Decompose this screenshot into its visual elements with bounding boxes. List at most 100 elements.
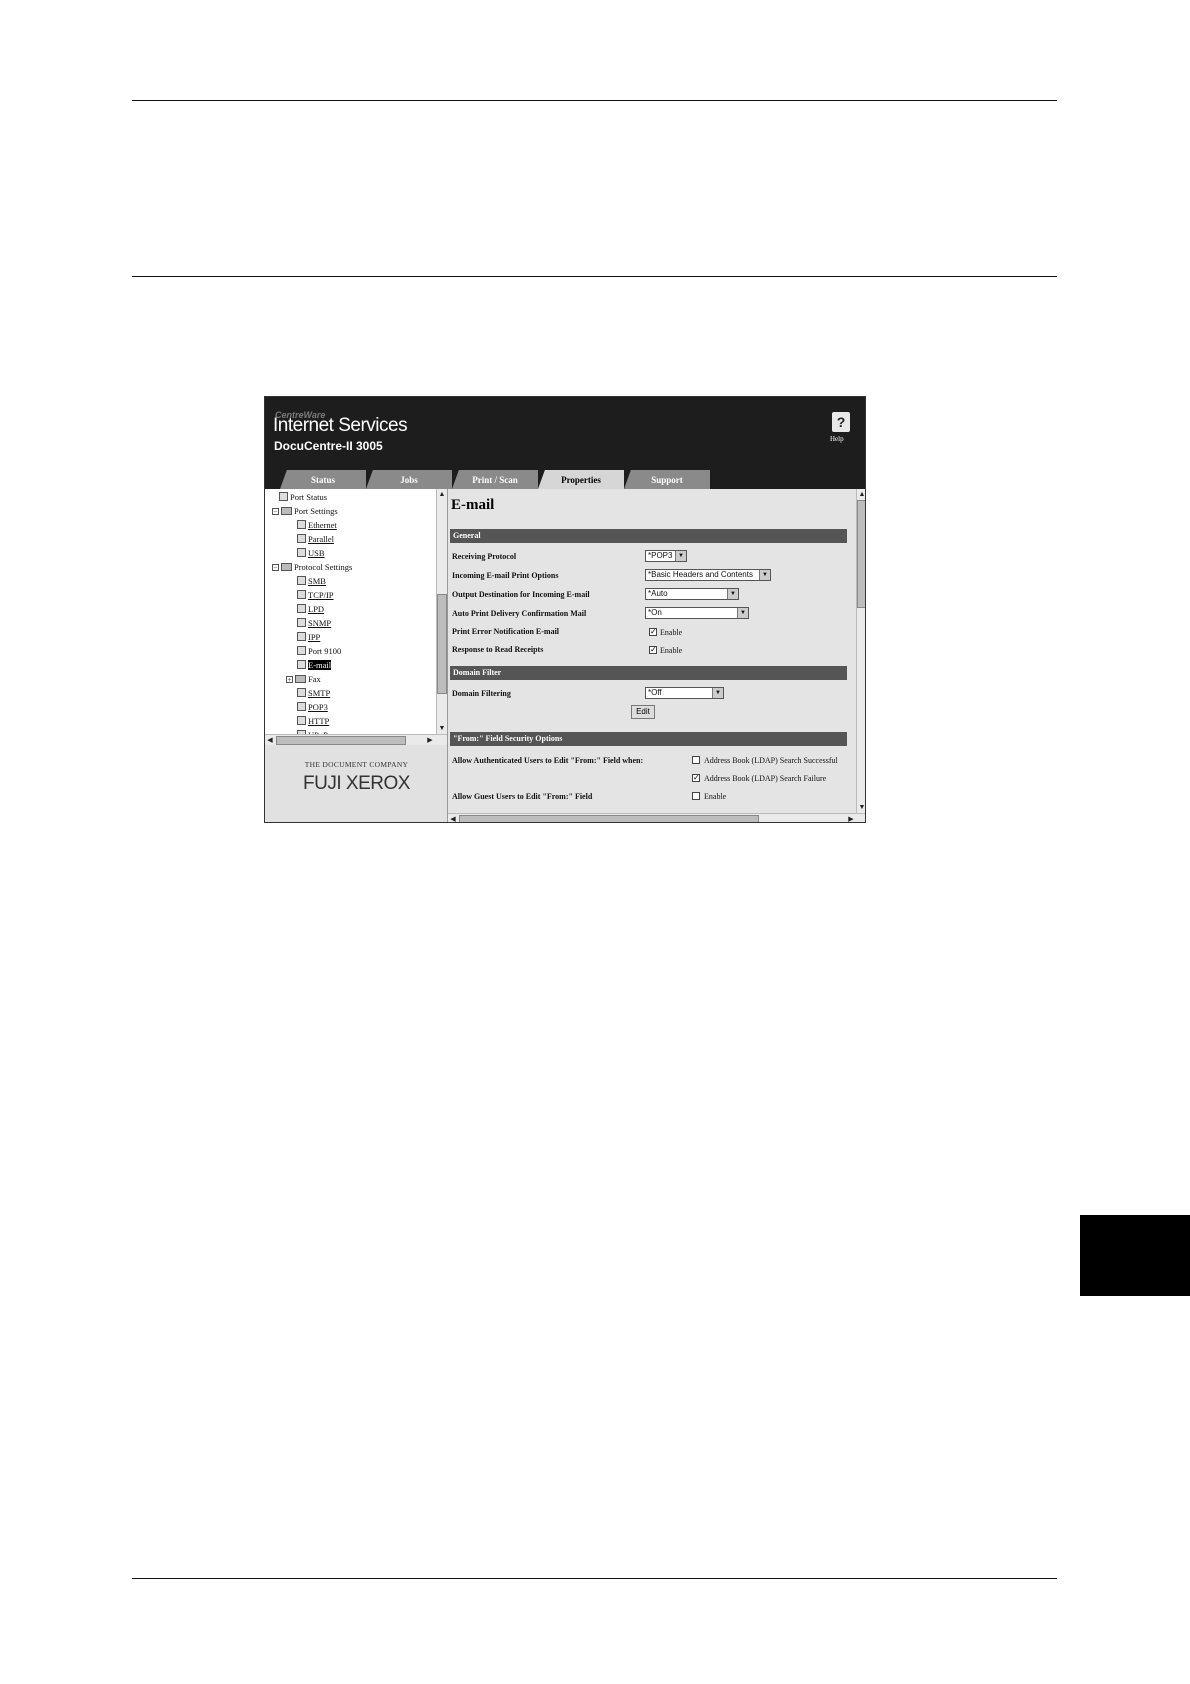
scroll-up-icon[interactable]: ▲ [437,489,447,499]
guest-users-checkbox[interactable] [692,792,700,800]
page-icon [297,520,306,529]
tree-item-smtp[interactable]: SMTP [297,688,330,698]
tree-item-port-status[interactable]: Port Status [279,492,327,502]
collapse-icon[interactable]: − [272,508,279,516]
chevron-down-icon: ▼ [759,570,770,580]
auto-print-label: Auto Print Delivery Confirmation Mail [452,609,587,618]
scroll-left-icon[interactable]: ◀ [265,735,275,745]
read-receipts-checkbox[interactable]: ✓ [649,646,657,654]
scroll-down-icon[interactable]: ▼ [437,723,447,733]
tree-label: Port 9100 [308,646,342,656]
navigation-tree: Port Status − Port Settings Ethernet Para… [265,489,448,745]
tab-properties[interactable]: Properties [538,470,624,489]
edit-button[interactable]: Edit [631,705,655,719]
company-tagline: THE DOCUMENT COMPANY [304,760,409,769]
page-icon [297,576,306,585]
tab-support[interactable]: Support [624,470,710,489]
tree-vertical-scrollbar[interactable]: ▲ ▼ [436,489,447,734]
tab-print-scan[interactable]: Print / Scan [452,470,538,489]
content-horizontal-scrollbar[interactable]: ◀ ▶ [448,813,865,822]
tree-label: SMB [308,576,326,586]
page-icon [297,716,306,725]
tab-jobs[interactable]: Jobs [366,470,452,489]
tree-item-http[interactable]: HTTP [297,716,329,726]
chevron-down-icon: ▼ [737,608,748,618]
chevron-down-icon: ▼ [675,551,686,561]
bottom-rule [132,1578,1057,1579]
tree-item-lpd[interactable]: LPD [297,604,324,614]
ldap-failure-checkbox[interactable]: ✓ [692,774,700,782]
scroll-thumb[interactable] [857,500,865,608]
page-title: E-mail [451,497,495,513]
tree-item-snmp[interactable]: SNMP [297,618,331,628]
receiving-protocol-select[interactable]: *POP3 ▼ [645,550,687,562]
tab-status[interactable]: Status [280,470,366,489]
guest-users-checkbox-label: Enable [704,792,727,801]
scroll-thumb[interactable] [459,815,759,822]
scroll-right-icon[interactable]: ▶ [425,735,435,745]
select-value: *Off [648,688,662,697]
top-rule [132,100,1057,101]
expand-icon[interactable]: + [286,676,293,684]
section-header-domain-filter: Domain Filter [450,666,847,680]
tree-item-port-9100[interactable]: Port 9100 [297,646,341,656]
scroll-thumb[interactable] [276,736,406,745]
tree-item-pop3[interactable]: POP3 [297,702,328,712]
guest-users-label: Allow Guest Users to Edit "From:" Field [452,792,593,801]
tree-label: IPP [308,632,321,642]
help-icon[interactable]: ? [832,412,850,432]
tree-label: POP3 [308,702,328,712]
chapter-tab [1080,1215,1190,1296]
folder-icon [281,563,292,571]
tree-item-usb[interactable]: USB [297,548,325,558]
tree-horizontal-scrollbar[interactable]: ◀ ▶ [265,734,447,745]
print-error-checkbox[interactable]: ✓ [649,628,657,636]
tree-item-port-settings[interactable]: − Port Settings [272,506,338,516]
print-options-select[interactable]: *Basic Headers and Contents ▼ [645,569,771,581]
output-destination-select[interactable]: *Auto ▼ [645,588,739,600]
tree-item-parallel[interactable]: Parallel [297,534,334,544]
read-receipts-checkbox-label: Enable [660,646,683,655]
scroll-left-icon[interactable]: ◀ [448,814,458,822]
model-name: DocuCentre-II 3005 [274,439,383,453]
receiving-protocol-label: Receiving Protocol [452,552,517,561]
page-icon [297,604,306,613]
collapse-icon[interactable]: − [272,564,279,572]
help-label[interactable]: Help [830,435,844,443]
chevron-down-icon: ▼ [727,589,738,599]
tree-item-protocol-settings[interactable]: − Protocol Settings [272,562,352,572]
tree-item-ipp[interactable]: IPP [297,632,320,642]
tree-label: Fax [308,674,321,684]
tree-item-smb[interactable]: SMB [297,576,326,586]
ldap-failure-label: Address Book (LDAP) Search Failure [704,774,827,783]
page-icon [297,534,306,543]
ldap-success-checkbox[interactable] [692,756,700,764]
page-icon [297,702,306,711]
select-value: *Basic Headers and Contents [648,570,753,579]
page-icon [297,632,306,641]
tree-item-email[interactable]: E-mail [297,660,332,670]
tree-item-ethernet[interactable]: Ethernet [297,520,337,530]
tree-label: Parallel [308,534,334,544]
domain-filtering-label: Domain Filtering [452,689,511,698]
tree-label: Ethernet [308,520,337,530]
tree-label: TCP/IP [308,590,334,600]
scroll-right-icon[interactable]: ▶ [846,814,856,822]
auto-print-select[interactable]: *On ▼ [645,607,749,619]
fuji-xerox-logo: FUJI XEROX [303,773,410,794]
scroll-up-icon[interactable]: ▲ [857,489,865,499]
scroll-thumb[interactable] [437,594,447,694]
tree-label: SNMP [308,618,332,628]
section-header-from-field: "From:" Field Security Options [450,732,847,746]
tree-label: Protocol Settings [294,562,353,572]
domain-filtering-select[interactable]: *Off ▼ [645,687,724,699]
tree-label: USB [308,548,325,558]
tree-item-fax[interactable]: + Fax [286,674,321,684]
tree-item-tcpip[interactable]: TCP/IP [297,590,334,600]
page-icon [297,618,306,627]
tree-label: Port Settings [294,506,338,516]
print-error-label: Print Error Notification E-mail [452,627,560,636]
scroll-down-icon[interactable]: ▼ [857,802,865,812]
page-icon [297,590,306,599]
content-vertical-scrollbar[interactable]: ▲ ▼ [856,489,865,813]
